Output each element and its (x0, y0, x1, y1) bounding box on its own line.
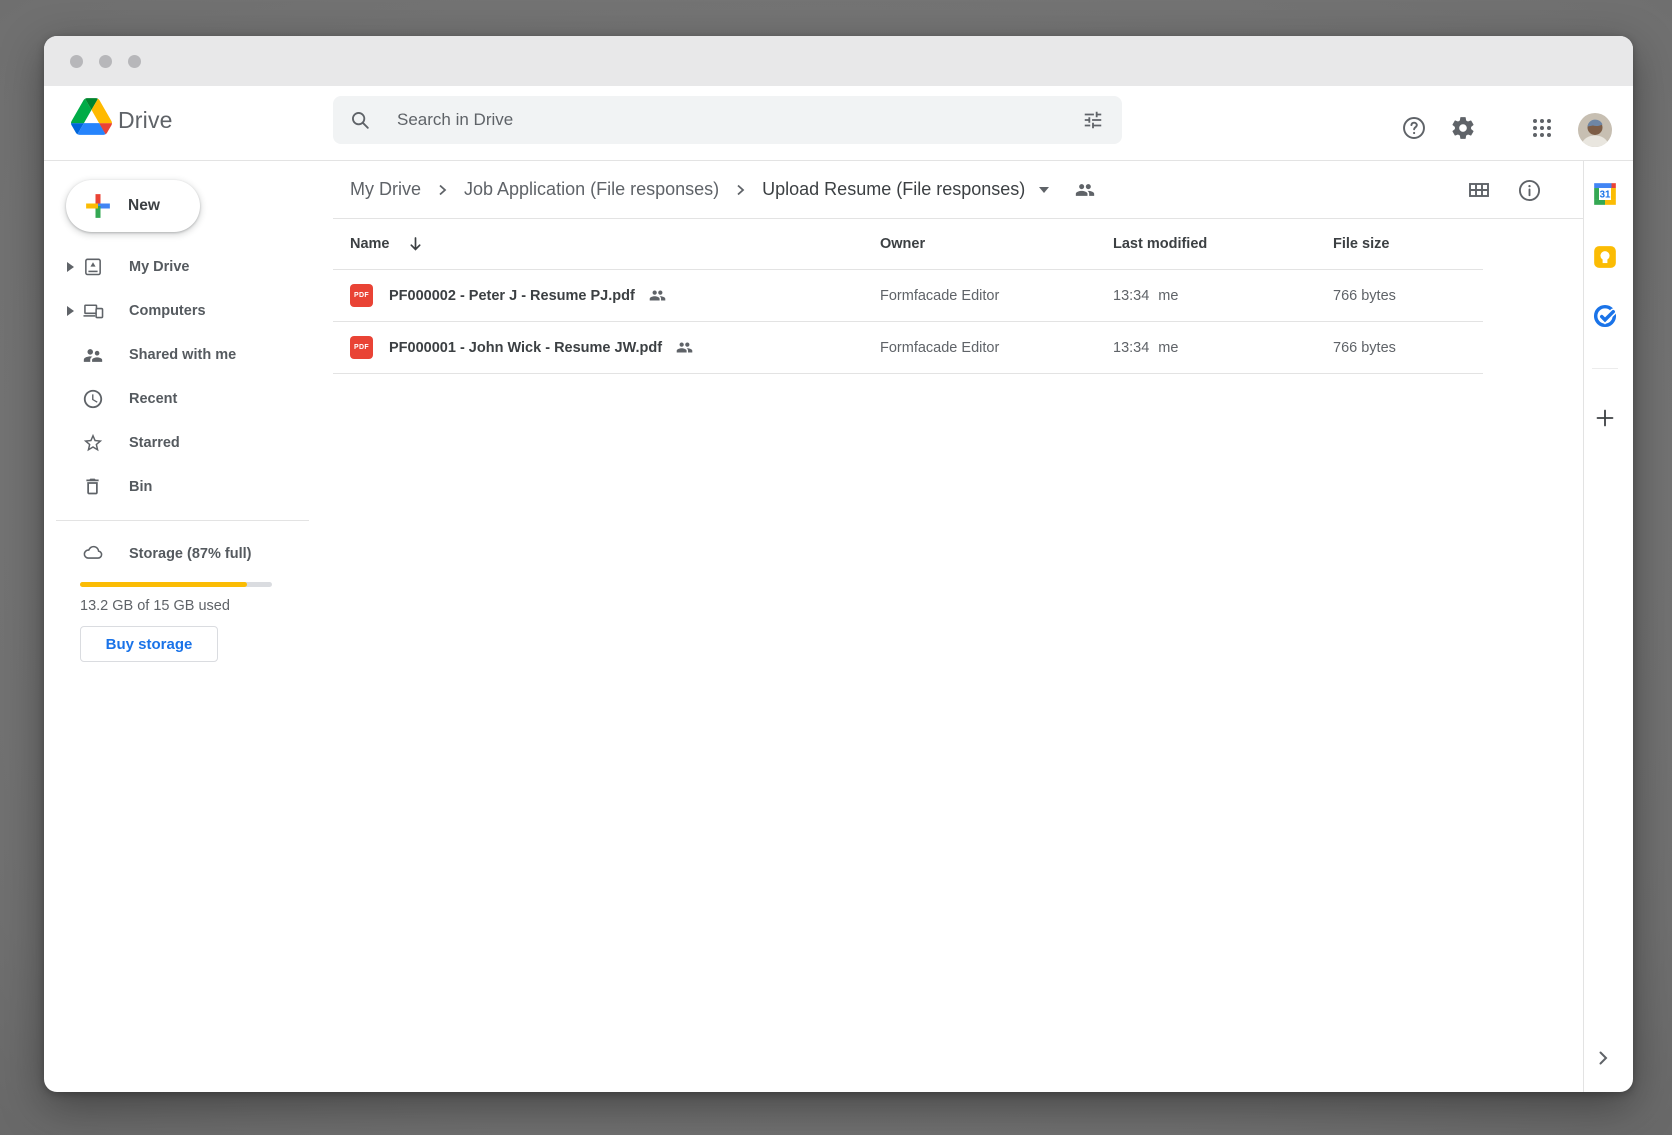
calendar-app-icon[interactable]: 31 (1592, 181, 1618, 207)
breadcrumb-my-drive[interactable]: My Drive (350, 179, 421, 200)
buy-storage-button[interactable]: Buy storage (80, 626, 218, 662)
storage-usage-text: 13.2 GB of 15 GB used (80, 598, 230, 614)
sidebar-item-label: Recent (129, 391, 177, 407)
grid-view-toggle-button[interactable] (1459, 170, 1499, 210)
sidebar-item-starred[interactable]: Starred (44, 421, 332, 465)
column-header-file-size[interactable]: File size (1333, 236, 1389, 252)
file-name[interactable]: PF000001 - John Wick - Resume JW.pdf (389, 340, 662, 356)
google-apps-grid-icon[interactable] (1524, 110, 1560, 146)
storage-cloud-icon (82, 542, 104, 564)
file-name[interactable]: PF000002 - Peter J - Resume PJ.pdf (389, 288, 635, 304)
folder-shared-people-icon (1075, 180, 1095, 200)
new-button[interactable]: New (66, 180, 200, 232)
column-header-name[interactable]: Name (350, 236, 390, 252)
file-modified-time: 13:34 (1113, 288, 1149, 304)
window-control-dot[interactable] (99, 55, 112, 68)
my-drive-icon (82, 256, 104, 278)
file-modified-by: me (1158, 340, 1178, 356)
shared-people-icon (649, 287, 666, 304)
sidebar-item-label: My Drive (129, 259, 189, 275)
side-panel-divider (1583, 161, 1584, 1092)
storage-label[interactable]: Storage (87% full) (129, 546, 251, 562)
bin-trash-icon (82, 476, 104, 498)
search-bar[interactable]: Search in Drive (333, 96, 1122, 144)
window-control-dot[interactable] (128, 55, 141, 68)
file-row[interactable]: PDF PF000001 - John Wick - Resume JW.pdf… (333, 322, 1483, 374)
window-titlebar (44, 36, 1633, 86)
search-options-tune-icon[interactable] (1082, 109, 1104, 131)
search-icon[interactable] (349, 109, 371, 131)
app-title: Drive (118, 107, 173, 134)
breadcrumb-chevron-icon (735, 183, 746, 197)
breadcrumb-upload-resume[interactable]: Upload Resume (File responses) (762, 179, 1025, 200)
storage-progress-track (80, 582, 272, 587)
sort-direction-arrow-icon[interactable] (408, 236, 423, 252)
file-size: 766 bytes (1333, 288, 1396, 304)
sidebar-item-label: Bin (129, 479, 152, 495)
sidebar-item-shared-with-me[interactable]: Shared with me (44, 333, 332, 377)
star-icon (82, 432, 104, 454)
expand-arrow-icon[interactable] (67, 306, 74, 316)
pdf-file-icon: PDF (350, 284, 373, 307)
file-modified-by: me (1158, 288, 1178, 304)
shared-with-me-icon (82, 344, 104, 366)
file-owner: Formfacade Editor (880, 288, 999, 304)
file-modified-time: 13:34 (1113, 340, 1149, 356)
shared-people-icon (676, 339, 693, 356)
file-row[interactable]: PDF PF000002 - Peter J - Resume PJ.pdf F… (333, 270, 1483, 322)
sidebar-item-recent[interactable]: Recent (44, 377, 332, 421)
drive-logo-icon[interactable] (71, 98, 112, 135)
settings-gear-icon[interactable] (1445, 110, 1481, 146)
divider (56, 520, 309, 521)
file-size: 766 bytes (1333, 340, 1396, 356)
hide-side-panel-chevron-button[interactable] (1591, 1046, 1615, 1070)
breadcrumb-chevron-icon (437, 183, 448, 197)
file-owner: Formfacade Editor (880, 340, 999, 356)
divider (1592, 368, 1618, 369)
computers-icon (82, 300, 104, 322)
browser-window: Drive Search in Drive (44, 36, 1633, 1092)
user-avatar[interactable] (1578, 113, 1612, 147)
multicolor-plus-icon (83, 191, 113, 221)
search-input[interactable]: Search in Drive (397, 110, 1082, 130)
sidebar-item-label: Starred (129, 435, 180, 451)
breadcrumb-job-application[interactable]: Job Application (File responses) (464, 179, 719, 200)
breadcrumb: My Drive Job Application (File responses… (350, 161, 1095, 218)
desktop-background: Drive Search in Drive (0, 0, 1672, 1135)
tasks-app-icon[interactable] (1592, 303, 1618, 329)
folder-menu-caret-icon[interactable] (1039, 187, 1049, 193)
sidebar-item-label: Shared with me (129, 347, 236, 363)
new-button-label: New (128, 197, 160, 215)
file-table-header: Name Owner Last modified File size (333, 218, 1483, 270)
recent-clock-icon (82, 388, 104, 410)
column-header-last-modified[interactable]: Last modified (1113, 236, 1207, 252)
help-button[interactable] (1396, 110, 1432, 146)
expand-arrow-icon[interactable] (67, 262, 74, 272)
svg-text:31: 31 (1600, 189, 1611, 200)
sidebar-item-computers[interactable]: Computers (44, 289, 332, 333)
sidebar-item-label: Computers (129, 303, 206, 319)
storage-progress-fill (80, 582, 247, 587)
window-control-dot[interactable] (70, 55, 83, 68)
column-header-owner[interactable]: Owner (880, 236, 925, 252)
details-info-button[interactable] (1509, 170, 1549, 210)
pdf-file-icon: PDF (350, 336, 373, 359)
keep-app-icon[interactable] (1592, 244, 1618, 270)
sidebar-item-bin[interactable]: Bin (44, 465, 332, 509)
get-add-ons-plus-button[interactable] (1593, 406, 1617, 430)
sidebar-item-my-drive[interactable]: My Drive (44, 245, 332, 289)
